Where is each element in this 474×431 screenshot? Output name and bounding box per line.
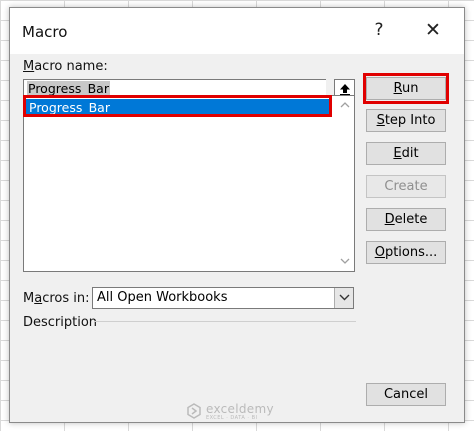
edit-button[interactable]: Edit xyxy=(366,142,446,165)
macros-in-label: Macros in: xyxy=(23,291,90,306)
create-button[interactable]: Create xyxy=(366,175,446,198)
help-button[interactable]: ? xyxy=(366,19,392,43)
title-bar: Macro ? ✕ xyxy=(10,8,464,54)
description-divider xyxy=(94,321,356,322)
list-item-progress-bar[interactable]: Progress_Bar xyxy=(25,99,331,117)
exceldemy-logo-icon xyxy=(187,403,201,419)
step-into-button[interactable]: Step Into xyxy=(366,109,446,132)
macros-in-select[interactable]: All Open Workbooks xyxy=(92,287,354,309)
run-button[interactable]: Run xyxy=(366,77,446,100)
description-label: Description xyxy=(23,315,98,330)
watermark-subtext: EXCEL · DATA · BI xyxy=(206,415,258,421)
macro-name-label: Macro name: xyxy=(23,59,108,74)
macros-in-value: All Open Workbooks xyxy=(97,290,228,305)
cancel-button[interactable]: Cancel xyxy=(366,383,446,406)
watermark-text: exceldemy xyxy=(206,402,274,416)
options-button[interactable]: Options... xyxy=(366,241,446,264)
close-button[interactable]: ✕ xyxy=(420,19,446,43)
scroll-down-icon[interactable] xyxy=(340,258,350,264)
dialog-title: Macro xyxy=(22,23,68,41)
delete-button[interactable]: Delete xyxy=(366,208,446,231)
list-scrollbar[interactable] xyxy=(336,96,354,271)
macro-dialog: Macro ? ✕ Macro name: Progress_Bar Progr… xyxy=(9,7,465,423)
dropdown-button[interactable] xyxy=(334,288,353,308)
macro-list[interactable]: Progress_Bar xyxy=(23,95,355,272)
scroll-up-icon[interactable] xyxy=(340,102,350,108)
chevron-down-icon xyxy=(339,294,350,301)
